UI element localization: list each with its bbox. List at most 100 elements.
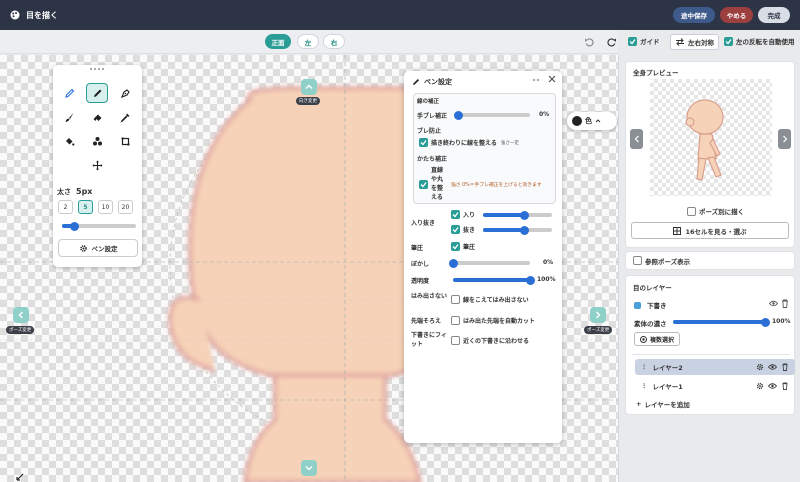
gear-icon[interactable] xyxy=(756,363,764,371)
save-draft-button[interactable]: 途中保存 xyxy=(673,7,715,23)
crop-tool[interactable] xyxy=(114,131,136,151)
no-overflow-checkbox[interactable] xyxy=(451,295,460,304)
add-layer-button[interactable]: + レイヤーを追加 xyxy=(636,399,690,409)
entry-checkbox[interactable] xyxy=(451,210,460,219)
tidy-end-hint: 強さ一定 xyxy=(500,140,519,146)
tab-left[interactable]: 左 xyxy=(297,34,319,49)
size-slider[interactable] xyxy=(62,221,136,231)
guide-toggle[interactable]: ガイド xyxy=(628,36,660,46)
pencil-tool[interactable] xyxy=(58,83,80,103)
pressure-option[interactable]: 筆圧 xyxy=(451,242,475,251)
sketch-layer-row[interactable]: 下書き xyxy=(634,300,667,310)
done-button[interactable]: 完成 xyxy=(758,7,790,23)
layer-row-2[interactable]: ⋮ レイヤー2 xyxy=(635,359,795,375)
pose-draw-option[interactable]: ポーズ別に描く xyxy=(687,206,744,216)
ref-pose-checkbox[interactable] xyxy=(633,256,642,265)
drag-handle[interactable] xyxy=(533,79,539,83)
eraser-tool[interactable] xyxy=(86,107,108,127)
eye-icon[interactable] xyxy=(768,363,777,371)
fit-sketch-checkbox[interactable] xyxy=(451,336,460,345)
trash-icon[interactable] xyxy=(781,299,789,308)
drag-handle[interactable] xyxy=(90,68,104,70)
tip-align-checkbox[interactable] xyxy=(451,316,460,325)
opacity-slider-knob[interactable] xyxy=(525,275,535,285)
view-cells-button[interactable]: 16セルを見る・選ぶ xyxy=(631,222,789,239)
trash-icon[interactable] xyxy=(781,382,789,390)
pressure-checkbox[interactable] xyxy=(451,242,460,251)
pen-settings-title-text: ペン設定 xyxy=(424,78,452,86)
g-pen-tool[interactable] xyxy=(114,83,136,103)
preview-prev-button[interactable] xyxy=(630,129,643,149)
move-tool[interactable] xyxy=(86,155,108,175)
no-overflow-option[interactable]: 線をこえてはみ出さない xyxy=(451,295,529,304)
ref-pose-option[interactable]: 参照ポーズ表示 xyxy=(625,251,795,270)
density-slider-knob[interactable] xyxy=(760,317,770,327)
trash-icon[interactable] xyxy=(781,363,789,371)
blur-slider-knob[interactable] xyxy=(448,258,458,268)
quit-button[interactable]: やめる xyxy=(720,7,753,23)
gear-icon[interactable] xyxy=(756,382,764,390)
tidy-end-option[interactable]: 描き終わりに線を整える 強さ一定 xyxy=(419,138,519,147)
exit-option[interactable]: 抜き xyxy=(451,225,475,234)
drag-handle[interactable]: ⋮ xyxy=(641,363,648,371)
full-body-preview-card: 全身プレビュー ポーズ別に描く 16セルを見る・選ぶ xyxy=(625,61,795,248)
redo-icon[interactable] xyxy=(607,37,617,47)
opacity-slider[interactable] xyxy=(453,275,535,285)
select-icon xyxy=(640,335,647,343)
multi-select-label: 複数選択 xyxy=(650,336,675,344)
shapes-tool[interactable] xyxy=(86,131,108,151)
drag-handle[interactable]: ⋮ xyxy=(641,382,648,390)
density-slider[interactable] xyxy=(673,317,770,327)
pose-right-button[interactable] xyxy=(590,307,606,323)
multi-select-button[interactable]: 複数選択 xyxy=(634,332,681,346)
tip-align-option[interactable]: はみ出た先端を自動カット xyxy=(451,316,535,325)
pose-left-button[interactable] xyxy=(13,307,29,323)
app-title: 目を描く xyxy=(26,10,58,20)
app-header: 目を描く 途中保存 やめる 完成 xyxy=(0,0,800,30)
chevron-left-icon xyxy=(18,311,23,319)
exit-slider-knob[interactable] xyxy=(519,225,529,235)
color-picker-button[interactable]: 色 xyxy=(567,112,617,130)
preview-next-button[interactable] xyxy=(778,129,791,149)
rotate-down-button[interactable] xyxy=(301,460,317,476)
flip-symmetry-button[interactable]: 左右対称 xyxy=(670,34,719,50)
rotate-up-button[interactable] xyxy=(301,79,317,95)
layer-row-1[interactable]: ⋮ レイヤー1 xyxy=(635,378,795,394)
auto-flip-toggle[interactable]: 左の反転を自動使用 xyxy=(724,36,795,46)
straighten-option[interactable]: 直線や丸を整える 強さ 0%＝手ブレ補正を上げると効きます xyxy=(419,166,542,202)
tab-front[interactable]: 正面 xyxy=(265,34,291,49)
bucket-tool[interactable] xyxy=(58,131,80,151)
size-preset-10[interactable]: 10 xyxy=(98,200,113,214)
pen-settings-button[interactable]: ペン設定 xyxy=(58,239,138,257)
tab-right[interactable]: 右 xyxy=(323,34,345,49)
undo-icon[interactable] xyxy=(584,37,594,47)
divider xyxy=(632,354,790,355)
auto-flip-checkbox[interactable] xyxy=(724,36,733,46)
close-icon[interactable] xyxy=(548,75,556,83)
eye-icon[interactable] xyxy=(769,300,778,307)
eye-icon[interactable] xyxy=(768,382,777,390)
fit-sketch-option[interactable]: 近くの下書きに沿わせる xyxy=(451,336,529,345)
pen-tool[interactable] xyxy=(86,83,108,103)
size-preset-2[interactable]: 2 xyxy=(58,200,73,214)
entry-slider[interactable] xyxy=(483,210,552,220)
entry-slider-knob[interactable] xyxy=(519,210,529,220)
size-preset-5[interactable]: 5 xyxy=(78,200,93,214)
straighten-checkbox[interactable] xyxy=(419,179,428,189)
stabilizer-slider-knob[interactable] xyxy=(453,110,463,120)
blur-slider[interactable] xyxy=(448,258,530,268)
tidy-end-label: 描き終わりに線を整える xyxy=(431,140,497,147)
resize-icon[interactable] xyxy=(16,473,24,481)
eyedropper-tool[interactable] xyxy=(114,107,136,127)
entry-option[interactable]: 入り xyxy=(451,210,475,219)
exit-checkbox[interactable] xyxy=(451,225,460,234)
brush-tool[interactable] xyxy=(58,107,80,127)
density-label: 素体の濃さ xyxy=(634,320,667,328)
guide-checkbox[interactable] xyxy=(628,36,637,46)
stabilizer-slider[interactable] xyxy=(453,110,530,120)
pose-draw-checkbox[interactable] xyxy=(687,206,696,216)
tidy-end-checkbox[interactable] xyxy=(419,138,428,147)
exit-slider[interactable] xyxy=(483,225,552,235)
size-preset-20[interactable]: 20 xyxy=(118,200,133,214)
size-slider-knob[interactable] xyxy=(70,221,80,231)
